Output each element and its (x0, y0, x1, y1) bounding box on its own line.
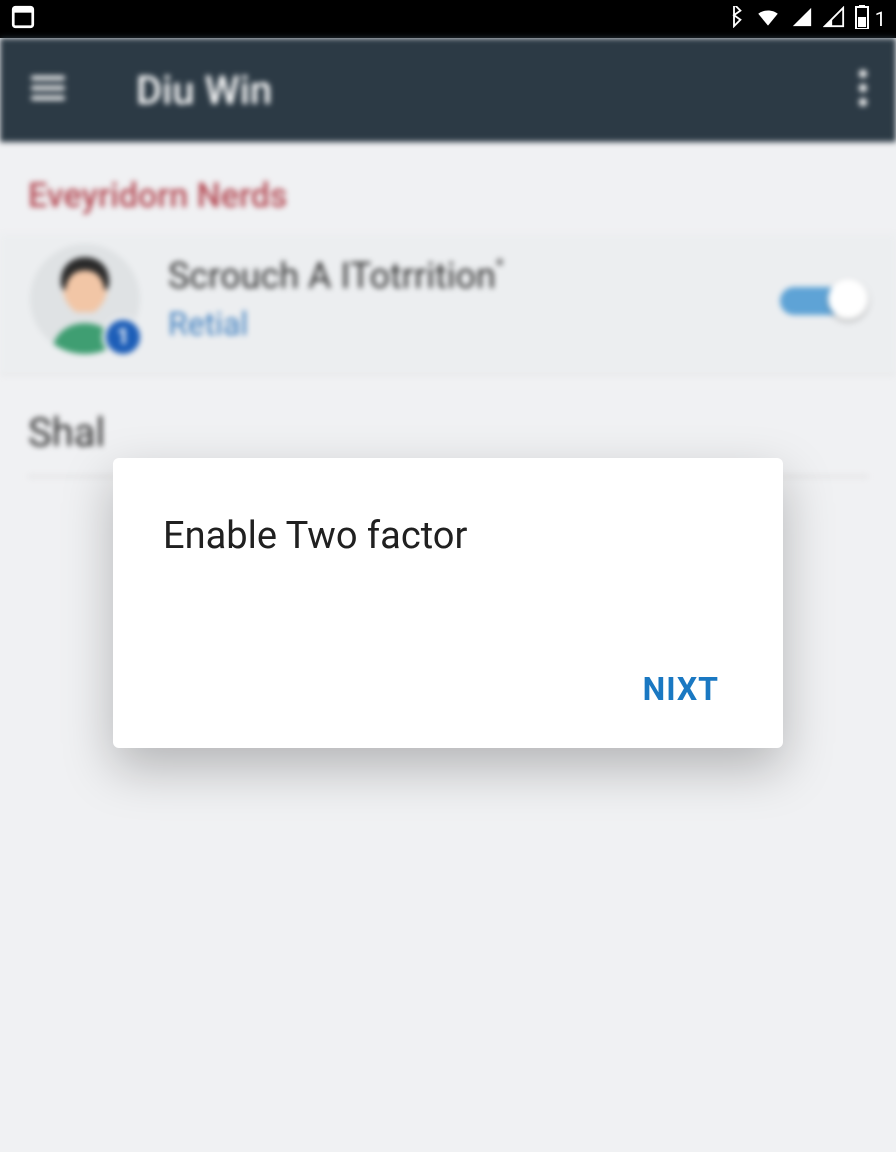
recent-apps-icon (10, 4, 36, 34)
battery-icon (855, 5, 869, 33)
dialog: Enable Two factor NIXT (113, 458, 783, 748)
dialog-title: Enable Two factor (163, 514, 743, 558)
status-bar: 1 (0, 0, 896, 38)
bluetooth-icon (723, 6, 745, 32)
wifi-icon (755, 4, 781, 34)
dialog-scrim: Enable Two factor NIXT (0, 38, 896, 1152)
next-button[interactable]: NIXT (619, 658, 743, 720)
battery-number: 1 (875, 7, 886, 31)
signal-weak-icon (823, 6, 845, 32)
signal-icon (791, 6, 813, 32)
